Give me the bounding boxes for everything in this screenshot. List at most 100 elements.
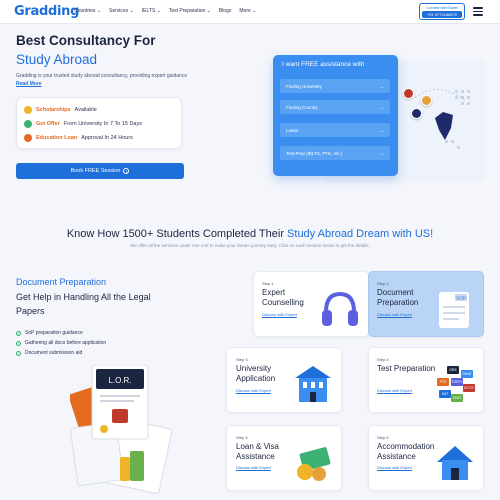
assist-label: Loans (286, 127, 299, 133)
assist-finding-country[interactable]: Finding Country → (280, 100, 390, 114)
nav-ielts[interactable]: IELTS ⌄ (142, 8, 161, 14)
money-icon (297, 447, 331, 481)
step-number: Step 4 (377, 357, 389, 362)
step-title: Test Preparation (377, 364, 436, 373)
feature-scholarships: Scholarships Available (24, 106, 97, 114)
badge-gmat: GMAT (462, 372, 473, 376)
feature-text: From University In 7 To 15 Days (63, 121, 142, 127)
connect-expert-label: Connect with Expert (426, 6, 458, 10)
sop-document-icon: SOP (439, 292, 469, 328)
step-title: Accommodation Assistance (377, 442, 435, 461)
loan-icon (24, 134, 32, 142)
info-icon: i (123, 168, 130, 174)
discuss-expert-link[interactable]: Discuss with Expert (236, 465, 271, 470)
arrow-right-icon: → (379, 83, 385, 89)
list-item-text: SoP preparation guidance (25, 330, 83, 336)
hero-title-highlight: Study Abroad (16, 52, 98, 67)
list-item: ✓ Document submission aid (16, 348, 106, 358)
step-card-accommodation[interactable]: Step 6 Accommodation Assistance Discuss … (368, 425, 484, 491)
discuss-expert-link[interactable]: Discuss with Expert (377, 388, 412, 393)
step-card-expert-counselling[interactable]: Step 1 Expert Counselling Discuss with E… (253, 271, 369, 337)
list-item: ✓ Gathering all docs before application (16, 338, 106, 348)
assistance-title: I want FREE assistance with (282, 61, 365, 68)
feature-loan: Education Loan Approval In 24 Hours (24, 134, 133, 142)
assist-test-prep[interactable]: Test Prep (IELTS, PTE, etc.) → (280, 146, 390, 160)
section-title: Know How 1500+ Students Completed Their … (0, 228, 500, 240)
step-card-loan-visa[interactable]: Step 5 Loan & Visa Assistance Discuss wi… (226, 425, 342, 491)
scholarship-icon (24, 106, 32, 114)
sop-label: SOP (456, 296, 466, 301)
check-circle-icon: ✓ (16, 330, 21, 336)
features-box: Scholarships Available Get Offer From Un… (16, 97, 182, 149)
book-button-label: Book FREE Session (70, 168, 121, 174)
list-item-text: Gathering all docs before application (25, 340, 107, 346)
read-more-link[interactable]: Read More (16, 81, 42, 87)
arrow-right-icon: → (379, 127, 385, 133)
nav-test-preparation[interactable]: Test Preparation ⌄ (169, 8, 211, 14)
discuss-expert-link[interactable]: Discuss with Expert (377, 465, 412, 470)
doc-prep-heading: Get Help in Handling All the Legal Paper… (16, 292, 151, 316)
check-circle-icon: ✓ (16, 350, 21, 356)
step-title: Loan & Visa Assistance (236, 442, 279, 461)
house-icon (437, 446, 473, 480)
discuss-expert-link[interactable]: Discuss with Expert (262, 312, 297, 317)
list-item: ✓ SoP preparation guidance (16, 328, 106, 338)
assist-label: Test Prep (IELTS, PTE, etc.) (286, 150, 343, 156)
arrow-right-icon: → (379, 104, 385, 110)
hamburger-menu-icon[interactable] (473, 7, 483, 16)
feature-highlight: Education Loan (36, 135, 78, 141)
feature-text: Approval In 24 Hours (81, 135, 133, 141)
discuss-expert-link[interactable]: Discuss with Expert (236, 388, 271, 393)
connect-expert-button[interactable]: Connect with Expert +91 9773168670 (419, 3, 465, 20)
feature-text: Available (74, 107, 97, 113)
badge-pte: PTE (440, 380, 447, 384)
step-card-test-preparation[interactable]: Step 4 Test Preparation Discuss with Exp… (368, 347, 484, 413)
headphones-icon (322, 291, 358, 326)
lor-label: L.O.R. (108, 376, 131, 385)
university-building-icon (295, 366, 331, 402)
step-number: Step 5 (236, 435, 248, 440)
discuss-expert-link[interactable]: Discuss with Expert (377, 312, 412, 317)
list-item-text: Document submission aid (25, 350, 83, 356)
section-title-highlight: Study Abroad Dream with US! (287, 228, 434, 240)
badge-gre: GRE (449, 368, 457, 372)
uk-flag-pin-icon (403, 88, 414, 99)
india-flag-pin-icon (421, 95, 432, 106)
step-number: Step 3 (236, 357, 248, 362)
step-number: Step 2 (377, 281, 389, 286)
step-card-document-preparation[interactable]: Step 2 Document Preparation Discuss with… (368, 271, 484, 337)
hero-subtitle: Gradding is your trusted study abroad co… (16, 73, 188, 79)
feature-highlight: Get Offer (36, 121, 60, 127)
book-free-session-button[interactable]: Book FREE Session i (16, 163, 184, 179)
nav-countries[interactable]: Countries ⌄ (74, 8, 101, 14)
step-number: Step 6 (377, 435, 389, 440)
doc-prep-list: ✓ SoP preparation guidance ✓ Gathering all… (16, 328, 106, 358)
step-number: Step 1 (262, 281, 274, 286)
feature-offer: Get Offer From University In 7 To 15 Day… (24, 120, 142, 128)
feature-highlight: Scholarships (36, 107, 71, 113)
section-title-plain: Know How 1500+ Students Completed Their (66, 228, 288, 240)
arrow-right-icon: → (379, 150, 385, 156)
hero-title: Best Consultancy For (16, 33, 156, 48)
step-title: University Application (236, 364, 276, 383)
step-title: Document Preparation (377, 288, 419, 307)
step-card-university-application[interactable]: Step 3 University Application Discuss wi… (226, 347, 342, 413)
nav-links: Countries ⌄ Services ⌄ IELTS ⌄ Test Prep… (74, 8, 256, 14)
step-title: Expert Counselling (262, 288, 304, 307)
badge-sat: SAT (442, 392, 449, 396)
assist-loans[interactable]: Loans → (280, 123, 390, 137)
gradding-logo[interactable]: Gradding (14, 4, 79, 19)
connect-expert-phone: +91 9773168670 (422, 11, 462, 18)
assist-label: Finding Country (286, 104, 318, 110)
doc-prep-title: Document Preparation (16, 277, 107, 287)
documents-illustration: L.O.R. (68, 364, 180, 495)
section-subtitle: We offer all the services under one roof… (130, 243, 370, 248)
nav-more[interactable]: More ⌄ (239, 8, 256, 14)
nav-services[interactable]: Services ⌄ (109, 8, 134, 14)
offer-icon (24, 120, 32, 128)
nav-blogs[interactable]: Blogs (219, 8, 232, 14)
assist-finding-university[interactable]: Finding University → (280, 79, 390, 93)
assist-label: Finding University (286, 83, 322, 89)
australia-flag-pin-icon (411, 108, 422, 119)
test-badges-icon: GRE GMAT PTE TOEFL IELTS SAT DUO (437, 366, 475, 402)
